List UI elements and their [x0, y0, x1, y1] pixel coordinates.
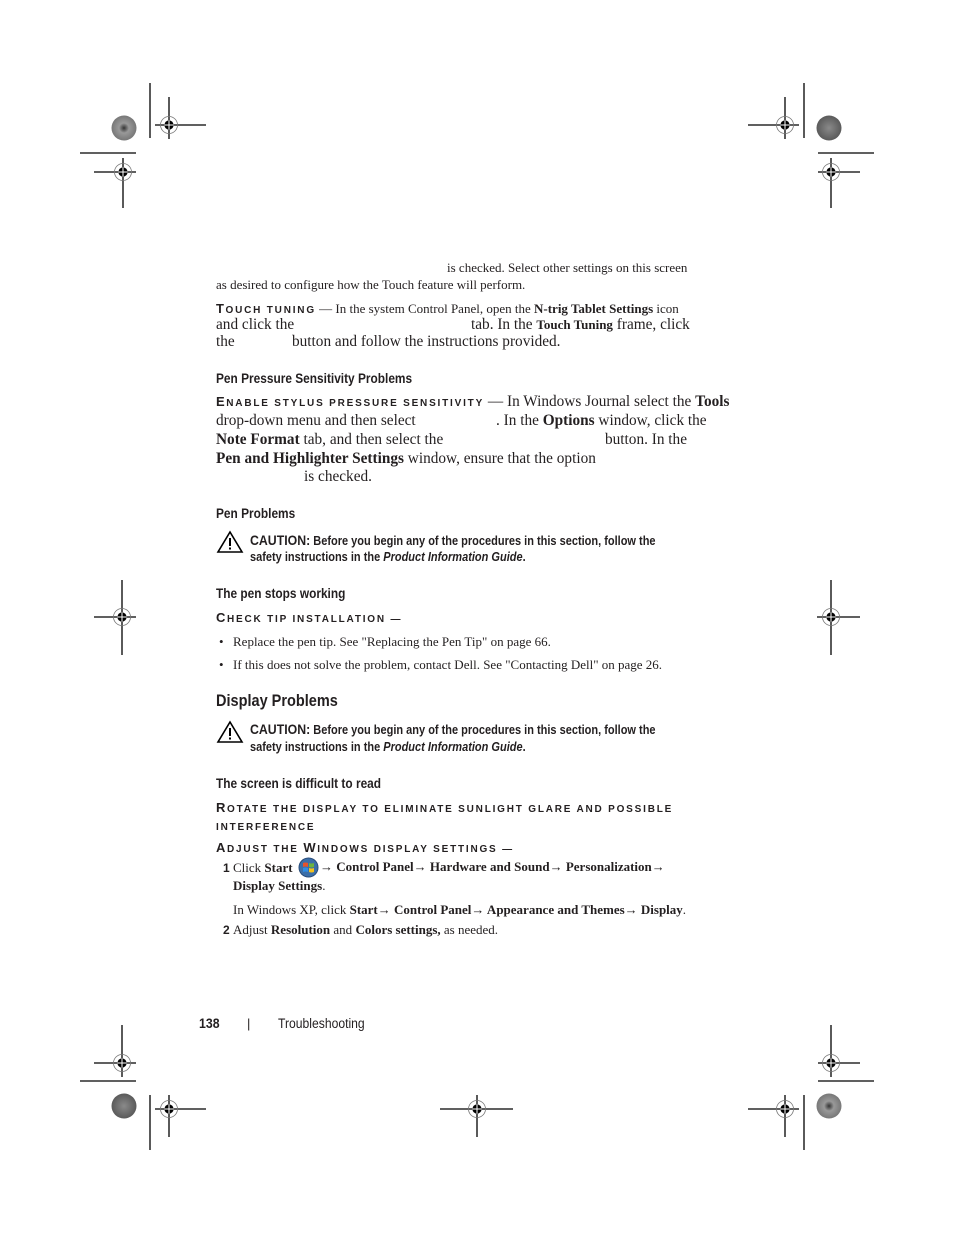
step-1-line2: Display Settings. [233, 878, 326, 893]
footer-section-title: Troubleshooting [278, 1016, 365, 1031]
caution-display-line2: safety instructions in the Product Infor… [250, 740, 526, 754]
color-bar-dot [816, 115, 842, 141]
crop-mark-top-left [80, 83, 206, 208]
color-bar-dot [111, 1093, 137, 1119]
crop-mark-bottom-right [748, 1025, 874, 1150]
bullet-replace-tip: Replace the pen tip. See "Replacing the … [233, 634, 551, 649]
crop-mark-top-right [748, 83, 874, 208]
section-title-pen-problems: Pen Problems [216, 506, 296, 521]
pen-pressure-heading: Enable stylus pressure sensitivity [216, 394, 485, 409]
pen-pressure-paragraph-line1: Enable stylus pressure sensitivity — In … [216, 393, 730, 410]
touch-settings-text-line2: as desired to configure how the Touch fe… [216, 277, 526, 292]
caution-icon [216, 720, 244, 743]
check-tip-heading: Check tip installation — [216, 610, 403, 625]
touch-tuning-line3b: button and follow the instructions provi… [292, 333, 561, 350]
caution-pen-line1: CAUTION: Before you begin any of the pro… [250, 532, 656, 548]
step-number: 2 [223, 923, 230, 937]
printer-marks [80, 83, 874, 1150]
windows-start-icon [298, 857, 319, 878]
crop-mark-mid-left [94, 580, 136, 655]
crop-mark-bottom-left [80, 1025, 206, 1150]
touch-tuning-line3a: the [216, 333, 235, 350]
color-bar-starburst [111, 115, 137, 141]
pen-pressure-line3c: button. In the [605, 431, 687, 448]
page-number: 138 [199, 1015, 220, 1031]
footer-separator: | [247, 1016, 251, 1031]
step-number: 1 [223, 861, 230, 875]
subsection-title-screen-difficult: The screen is difficult to read [216, 776, 382, 791]
rotate-display-heading-line2: interference [216, 822, 316, 833]
color-bar-starburst [816, 1093, 842, 1119]
step-1-xp-note: In Windows XP, click Start→ Control Pane… [233, 902, 687, 917]
step-1-line1: Click Start [233, 860, 293, 875]
adjust-windows-heading: Adjust the Windows display settings — [216, 840, 514, 855]
bullet-list-item: • [219, 657, 224, 672]
pen-pressure-line4: Pen and Highlighter Settings window, ens… [216, 450, 596, 467]
step-2-text: Adjust Resolution and Colors settings, a… [233, 922, 499, 937]
caution-icon [216, 530, 244, 553]
pen-pressure-line3a: Note Format tab, and then select the [216, 431, 444, 448]
caution-display-line1: CAUTION: Before you begin any of the pro… [250, 721, 656, 737]
touch-tuning-heading: Touch tuning [216, 301, 316, 316]
rotate-display-heading-line1: Rotate the display to eliminate sunlight… [216, 800, 674, 815]
pen-pressure-line5: is checked. [304, 468, 372, 485]
bullet-list-item: • [219, 634, 224, 649]
subsection-title-pen-stops: The pen stops working [216, 586, 346, 601]
pen-pressure-line2b: . In the Options window, click the [496, 412, 707, 429]
touch-tuning-line2a: and click the [216, 316, 295, 333]
step-1-path: → Control Panel→ Hardware and Sound→ Per… [320, 859, 665, 874]
touch-settings-text-line1: is checked. Select other settings on thi… [447, 260, 688, 275]
crop-mark-bottom-center [440, 1095, 513, 1137]
section-title-pen-pressure: Pen Pressure Sensitivity Problems [216, 371, 413, 386]
bullet-contact-dell: If this does not solve the problem, cont… [233, 657, 663, 672]
pen-pressure-line2a: drop-down menu and then select [216, 412, 416, 429]
crop-mark-mid-right [817, 580, 860, 655]
caution-pen-line2: safety instructions in the Product Infor… [250, 550, 526, 564]
section-title-display-problems: Display Problems [216, 692, 338, 710]
touch-tuning-line2b: tab. In the Touch Tuning frame, click [471, 316, 690, 333]
